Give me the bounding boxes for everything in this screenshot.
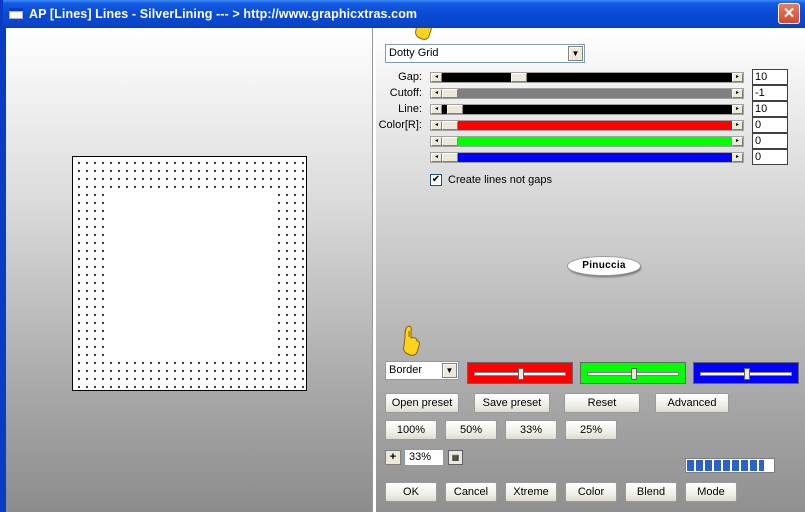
- create-lines-label: Create lines not gaps: [448, 174, 552, 186]
- arrow-right-icon[interactable]: ▸: [732, 137, 743, 146]
- border-select-value: Border: [389, 364, 423, 376]
- slider-color_r[interactable]: ◂ ▸: [430, 120, 744, 131]
- slider-track-color_b[interactable]: [442, 153, 732, 162]
- zoom-100-button[interactable]: 100%: [385, 420, 437, 440]
- advanced-button[interactable]: Advanced: [655, 393, 729, 413]
- arrow-right-icon[interactable]: ▸: [732, 153, 743, 162]
- value-field-color_g[interactable]: 0: [752, 133, 788, 149]
- ok-button[interactable]: OK: [385, 482, 437, 502]
- pointing-hand-icon: [403, 325, 420, 356]
- zoom-25-button[interactable]: 25%: [565, 420, 617, 440]
- slider-line[interactable]: ◂ ▸: [430, 104, 744, 115]
- arrow-right-icon[interactable]: ▸: [732, 105, 743, 114]
- slider-thumb-line[interactable]: [447, 105, 463, 114]
- cancel-button[interactable]: Cancel: [445, 482, 497, 502]
- preview-pane: [6, 28, 372, 512]
- color-box-red[interactable]: [467, 362, 573, 384]
- slider-color_b[interactable]: ◂ ▸: [430, 152, 744, 163]
- chevron-down-icon[interactable]: ▼: [568, 46, 583, 61]
- slider-thumb-gap[interactable]: [511, 73, 527, 82]
- plugin-window: AP [Lines] Lines - SilverLining --- > ht…: [0, 0, 805, 512]
- slider-track-gap[interactable]: [442, 73, 732, 82]
- color-box-blue[interactable]: [693, 362, 799, 384]
- arrow-left-icon[interactable]: ◂: [431, 105, 442, 114]
- controls-panel: Dotty Grid ▼ Gap: ◂ ▸ 10 Cutoff: ◂ ▸ -1 Line: ◂ ▸ 1…: [376, 28, 805, 512]
- slider-color_g[interactable]: ◂ ▸: [430, 136, 744, 147]
- slider-thumb-color_g[interactable]: [442, 137, 458, 146]
- open-preset-button[interactable]: Open preset: [385, 393, 459, 413]
- arrow-left-icon[interactable]: ◂: [431, 121, 442, 130]
- preview-inner-area: [106, 190, 273, 357]
- zoom-input[interactable]: 33%: [404, 449, 444, 466]
- mini-slider-thumb-green[interactable]: [631, 368, 637, 380]
- value-field-line[interactable]: 10: [752, 101, 788, 117]
- progress-bar: [685, 458, 775, 473]
- slider-track-line[interactable]: [442, 105, 732, 114]
- border-select[interactable]: Border ▼: [385, 361, 459, 380]
- slider-label-color_r: Color[R]:: [378, 119, 422, 131]
- zoom-33-button[interactable]: 33%: [505, 420, 557, 440]
- dialog-client: Dotty Grid ▼ Gap: ◂ ▸ 10 Cutoff: ◂ ▸ -1 Line: ◂ ▸ 1…: [6, 28, 805, 512]
- zoom-50-button[interactable]: 50%: [445, 420, 497, 440]
- slider-thumb-color_r[interactable]: [442, 121, 458, 130]
- mini-slider-thumb-red[interactable]: [518, 368, 524, 380]
- style-select-value: Dotty Grid: [389, 47, 439, 59]
- slider-thumb-cutoff[interactable]: [442, 89, 458, 98]
- slider-label-gap: Gap:: [398, 71, 422, 83]
- create-lines-checkbox[interactable]: ✔: [430, 174, 442, 186]
- value-field-color_r[interactable]: 0: [752, 117, 788, 133]
- save-preset-button[interactable]: Save preset: [474, 393, 550, 413]
- arrow-left-icon[interactable]: ◂: [431, 153, 442, 162]
- style-select[interactable]: Dotty Grid ▼: [385, 44, 585, 63]
- xtreme-button[interactable]: Xtreme: [505, 482, 557, 502]
- window-icon: [9, 8, 23, 19]
- value-field-gap[interactable]: 10: [752, 69, 788, 85]
- slider-label-line: Line:: [398, 103, 422, 115]
- pointing-hand-icon: [415, 28, 432, 40]
- progress-fill: [687, 460, 764, 471]
- value-field-cutoff[interactable]: -1: [752, 85, 788, 101]
- slider-label-cutoff: Cutoff:: [389, 87, 422, 99]
- reset-button[interactable]: Reset: [564, 393, 640, 413]
- slider-track-cutoff[interactable]: [442, 89, 732, 98]
- preview-image: [72, 156, 307, 391]
- blend-button[interactable]: Blend: [625, 482, 677, 502]
- slider-track-color_g[interactable]: [442, 137, 732, 146]
- title-bar[interactable]: AP [Lines] Lines - SilverLining --- > ht…: [3, 0, 805, 28]
- arrow-right-icon[interactable]: ▸: [732, 89, 743, 98]
- arrow-right-icon[interactable]: ▸: [732, 121, 743, 130]
- slider-thumb-color_b[interactable]: [442, 153, 458, 162]
- arrow-right-icon[interactable]: ▸: [732, 73, 743, 82]
- slider-gap[interactable]: ◂ ▸: [430, 72, 744, 83]
- slider-cutoff[interactable]: ◂ ▸: [430, 88, 744, 99]
- chevron-down-icon[interactable]: ▼: [442, 363, 457, 378]
- check-mark-icon: ✔: [431, 174, 441, 185]
- close-button[interactable]: ✕: [778, 3, 800, 24]
- arrow-left-icon[interactable]: ◂: [431, 137, 442, 146]
- color-box-green[interactable]: [580, 362, 686, 384]
- mode-button[interactable]: Mode: [685, 482, 737, 502]
- value-field-color_b[interactable]: 0: [752, 149, 788, 165]
- arrow-left-icon[interactable]: ◂: [431, 73, 442, 82]
- mini-slider-thumb-blue[interactable]: [744, 368, 750, 380]
- zoom-plus-button[interactable]: +: [385, 450, 401, 465]
- arrow-left-icon[interactable]: ◂: [431, 89, 442, 98]
- color-button[interactable]: Color: [565, 482, 617, 502]
- mini-slider-red[interactable]: [474, 368, 566, 380]
- mini-slider-blue[interactable]: [700, 368, 792, 380]
- mini-slider-green[interactable]: [587, 368, 679, 380]
- window-title: AP [Lines] Lines - SilverLining --- > ht…: [29, 7, 418, 21]
- slider-track-color_r[interactable]: [442, 121, 732, 130]
- pinuccia-logo: Pinuccia: [568, 257, 640, 275]
- calculator-icon[interactable]: ▦: [448, 450, 463, 465]
